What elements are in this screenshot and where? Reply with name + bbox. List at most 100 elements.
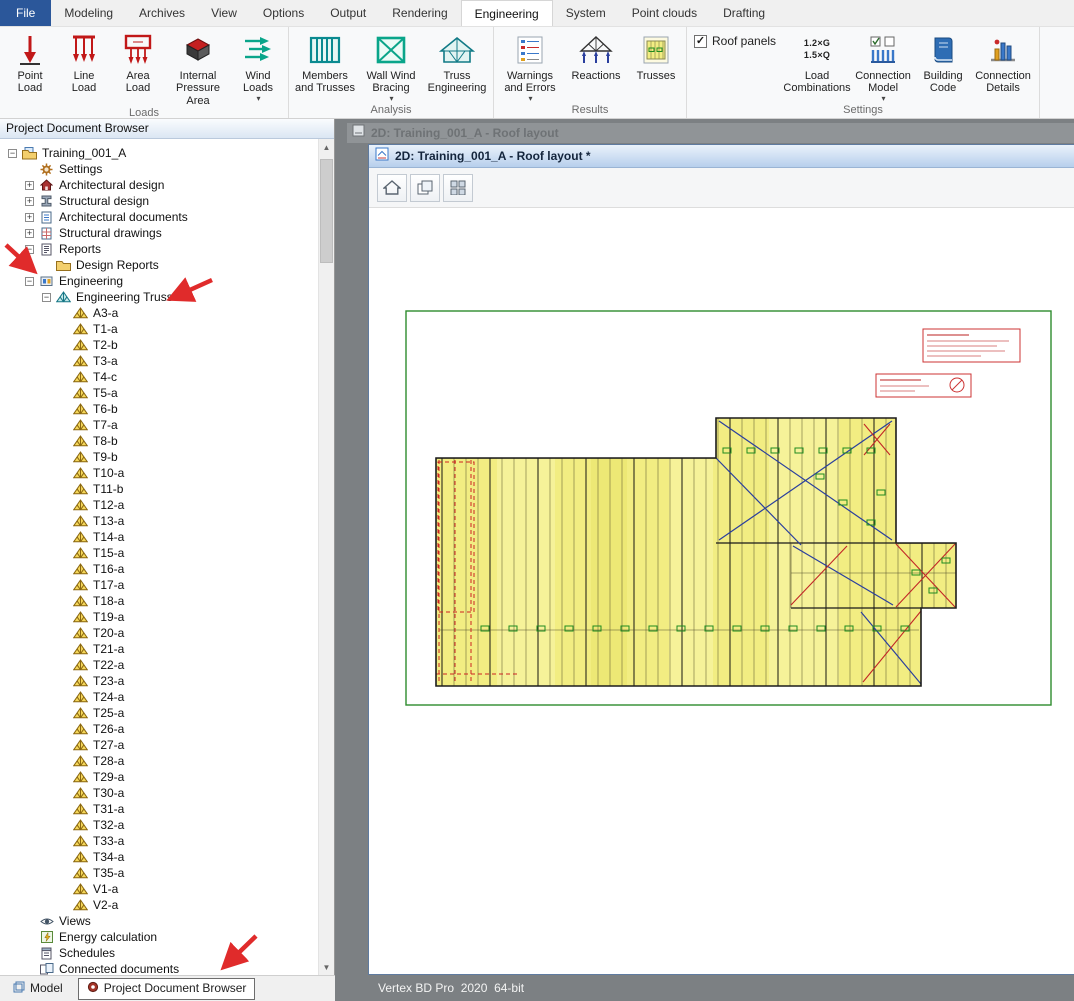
tree-item-a3-a[interactable]: A3-a: [0, 305, 334, 321]
tree-item-t22-a[interactable]: T22-a: [0, 657, 334, 673]
ribbon-tab-modeling[interactable]: Modeling: [51, 0, 126, 26]
tree-item-t31-a[interactable]: T31-a: [0, 801, 334, 817]
tree-item-energy-calculation[interactable]: Energy calculation: [0, 929, 334, 945]
ribbon-tab-options[interactable]: Options: [250, 0, 317, 26]
tree-item-architectural-documents[interactable]: +Architectural documents: [0, 209, 334, 225]
tree-item-connected-documents[interactable]: Connected documents: [0, 961, 334, 975]
collapse-icon[interactable]: −: [25, 245, 34, 254]
line-load-button[interactable]: LineLoad: [57, 28, 111, 95]
tree-item-t7-a[interactable]: T7-a: [0, 417, 334, 433]
tab-model[interactable]: Model: [4, 978, 72, 1000]
tree-item-reports[interactable]: −Reports: [0, 241, 334, 257]
reactions-button[interactable]: Reactions: [563, 28, 629, 82]
ribbon-tab-point-clouds[interactable]: Point clouds: [619, 0, 710, 26]
internal-pressure-area-button[interactable]: InternalPressure Area: [165, 28, 231, 107]
tree-item-t24-a[interactable]: T24-a: [0, 689, 334, 705]
tree-item-t19-a[interactable]: T19-a: [0, 609, 334, 625]
ribbon-tab-engineering[interactable]: Engineering: [461, 0, 553, 26]
tree-item-t10-a[interactable]: T10-a: [0, 465, 334, 481]
tree-item-t30-a[interactable]: T30-a: [0, 785, 334, 801]
tree-item-t27-a[interactable]: T27-a: [0, 737, 334, 753]
tree-item-t13-a[interactable]: T13-a: [0, 513, 334, 529]
tree-item-t21-a[interactable]: T21-a: [0, 641, 334, 657]
expand-icon[interactable]: +: [25, 197, 34, 206]
tree-item-t29-a[interactable]: T29-a: [0, 769, 334, 785]
tree-item-t9-b[interactable]: T9-b: [0, 449, 334, 465]
tree-item-t33-a[interactable]: T33-a: [0, 833, 334, 849]
tree-item-t16-a[interactable]: T16-a: [0, 561, 334, 577]
tree-item-v2-a[interactable]: V2-a: [0, 897, 334, 913]
drawing-canvas[interactable]: [369, 208, 1074, 974]
tree-item-t5-a[interactable]: T5-a: [0, 385, 334, 401]
scroll-up-button[interactable]: ▲: [319, 139, 334, 155]
tree-item-structural-drawings[interactable]: +Structural drawings: [0, 225, 334, 241]
tree-item-t32-a[interactable]: T32-a: [0, 817, 334, 833]
tree-item-t14-a[interactable]: T14-a: [0, 529, 334, 545]
tree-item-design-reports[interactable]: Design Reports: [0, 257, 334, 273]
point-load-button[interactable]: PointLoad: [3, 28, 57, 95]
tree-item-t34-a[interactable]: T34-a: [0, 849, 334, 865]
tree-item-t11-b[interactable]: T11-b: [0, 481, 334, 497]
expand-icon[interactable]: +: [25, 181, 34, 190]
tree-item-t35-a[interactable]: T35-a: [0, 865, 334, 881]
document-title-bar[interactable]: 2D: Training_001_A - Roof layout *: [369, 145, 1074, 168]
tree-item-t23-a[interactable]: T23-a: [0, 673, 334, 689]
expand-icon[interactable]: +: [25, 213, 34, 222]
roof-view-button[interactable]: [377, 174, 407, 202]
members-and-trusses-button[interactable]: Membersand Trusses: [292, 28, 358, 95]
collapse-icon[interactable]: −: [42, 293, 51, 302]
tree-item-engineering-truss[interactable]: −Engineering Truss: [0, 289, 334, 305]
connection-model-button[interactable]: ConnectionModel▾: [850, 28, 916, 104]
tree-item-t12-a[interactable]: T12-a: [0, 497, 334, 513]
tree-item-t2-b[interactable]: T2-b: [0, 337, 334, 353]
ribbon-tab-file[interactable]: File: [0, 0, 51, 26]
load-combinations-button[interactable]: 1.2×G1.5×Q LoadCombinations: [784, 28, 850, 95]
ribbon-tab-drafting[interactable]: Drafting: [710, 0, 778, 26]
trusses-button[interactable]: Trusses: [629, 28, 683, 82]
tree-item-t8-b[interactable]: T8-b: [0, 433, 334, 449]
tree-item-t18-a[interactable]: T18-a: [0, 593, 334, 609]
inactive-window-title-bar[interactable]: 2D: Training_001_A - Roof layout: [347, 123, 1074, 143]
wall-wind-bracing-button[interactable]: Wall WindBracing▾: [358, 28, 424, 104]
tree-item-v1-a[interactable]: V1-a: [0, 881, 334, 897]
tree-item-schedules[interactable]: Schedules: [0, 945, 334, 961]
tree-item-engineering[interactable]: −Engineering: [0, 273, 334, 289]
tree-item-training-001-a[interactable]: −Training_001_A: [0, 145, 334, 161]
cascade-windows-button[interactable]: [410, 174, 440, 202]
warnings-and-errors-button[interactable]: Warningsand Errors▾: [497, 28, 563, 104]
tree-item-architectural-design[interactable]: +Architectural design: [0, 177, 334, 193]
tree-item-t1-a[interactable]: T1-a: [0, 321, 334, 337]
scroll-down-button[interactable]: ▼: [319, 959, 334, 975]
tree-scrollbar[interactable]: ▲ ▼: [318, 139, 334, 975]
tree-item-t3-a[interactable]: T3-a: [0, 353, 334, 369]
tree-item-t20-a[interactable]: T20-a: [0, 625, 334, 641]
wind-loads-button[interactable]: WindLoads▾: [231, 28, 285, 104]
tree-item-t25-a[interactable]: T25-a: [0, 705, 334, 721]
ribbon-tab-system[interactable]: System: [553, 0, 619, 26]
tree-item-t26-a[interactable]: T26-a: [0, 721, 334, 737]
collapse-icon[interactable]: −: [25, 277, 34, 286]
tree-item-t15-a[interactable]: T15-a: [0, 545, 334, 561]
ribbon-tab-rendering[interactable]: Rendering: [379, 0, 460, 26]
tree-item-views[interactable]: Views: [0, 913, 334, 929]
tree-item-structural-design[interactable]: +Structural design: [0, 193, 334, 209]
tree-item-t17-a[interactable]: T17-a: [0, 577, 334, 593]
collapse-icon[interactable]: −: [8, 149, 17, 158]
grid-view-button[interactable]: [443, 174, 473, 202]
tab-project-document-browser[interactable]: Project Document Browser: [78, 978, 256, 1000]
building-code-button[interactable]: BuildingCode: [916, 28, 970, 95]
roof-layout-drawing[interactable]: [369, 208, 1074, 974]
expand-icon[interactable]: +: [25, 229, 34, 238]
tree-item-t28-a[interactable]: T28-a: [0, 753, 334, 769]
scroll-thumb[interactable]: [320, 159, 333, 263]
ribbon-tab-output[interactable]: Output: [317, 0, 379, 26]
tree-item-t4-c[interactable]: T4-c: [0, 369, 334, 385]
roof-panels-checkbox[interactable]: ✓ Roof panels: [694, 34, 776, 48]
ribbon-tab-archives[interactable]: Archives: [126, 0, 198, 26]
tree-item-settings[interactable]: Settings: [0, 161, 334, 177]
tree-item-t6-b[interactable]: T6-b: [0, 401, 334, 417]
connection-details-button[interactable]: ConnectionDetails: [970, 28, 1036, 95]
ribbon-tab-view[interactable]: View: [198, 0, 250, 26]
truss-engineering-button[interactable]: TrussEngineering: [424, 28, 490, 95]
area-load-button[interactable]: AreaLoad: [111, 28, 165, 95]
